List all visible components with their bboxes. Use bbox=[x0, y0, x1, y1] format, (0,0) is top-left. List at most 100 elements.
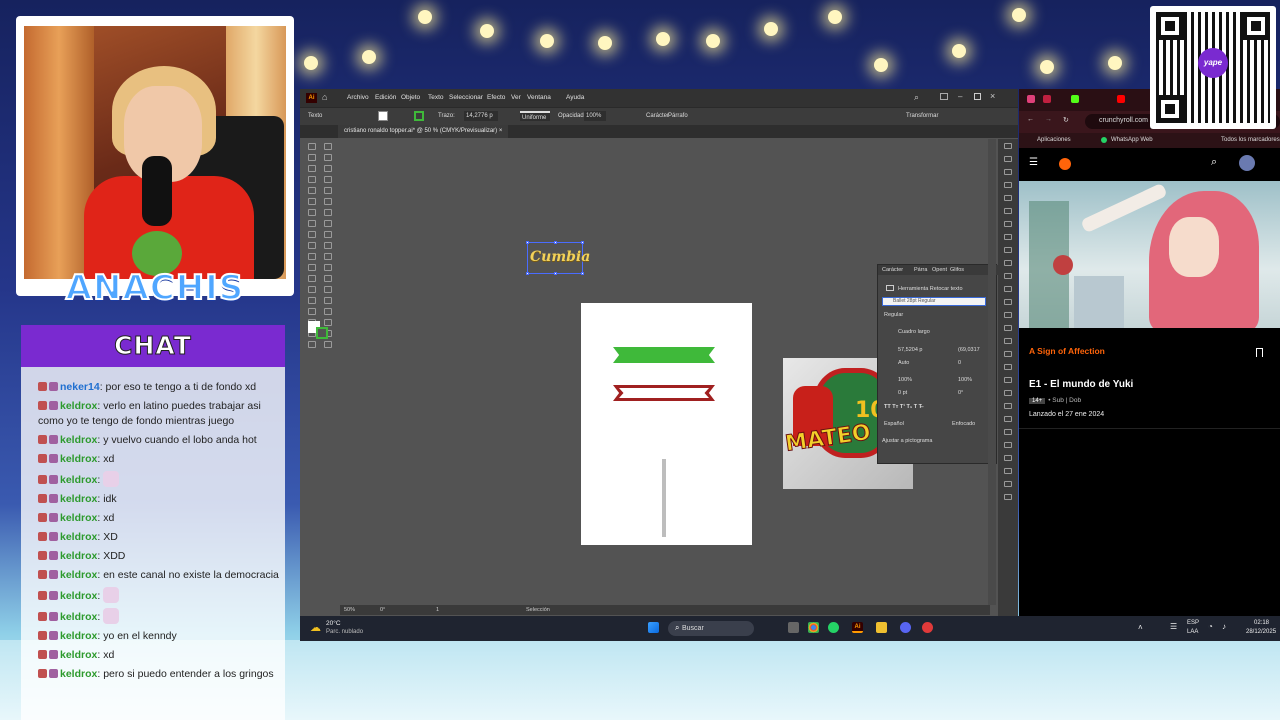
tool-icon[interactable] bbox=[324, 187, 332, 194]
tab-glifos[interactable]: Glifos bbox=[950, 267, 964, 273]
search-icon[interactable]: ⌕ bbox=[1211, 156, 1217, 169]
font-style[interactable]: Regular bbox=[884, 312, 903, 318]
chat-username[interactable]: keldrox bbox=[60, 590, 97, 602]
panel-icon[interactable] bbox=[1004, 442, 1012, 448]
language[interactable]: Español bbox=[884, 421, 904, 427]
tool-icon[interactable] bbox=[308, 231, 316, 238]
file-explorer-icon[interactable] bbox=[876, 622, 887, 633]
tool-icon[interactable] bbox=[308, 275, 316, 282]
tool-icon[interactable] bbox=[308, 308, 316, 315]
antialiasing[interactable]: Enfocado bbox=[952, 421, 975, 427]
panel-icon[interactable] bbox=[1004, 286, 1012, 292]
home-icon[interactable]: ⌂ bbox=[322, 92, 327, 102]
lang-code[interactable]: ESP bbox=[1187, 620, 1199, 626]
stroke-style[interactable]: Uniforme bbox=[520, 111, 550, 121]
retouch-label[interactable]: Herramienta Retocar texto bbox=[898, 286, 963, 292]
panel-icon[interactable] bbox=[1004, 234, 1012, 240]
tool-icon[interactable] bbox=[308, 253, 316, 260]
network-icon[interactable]: ☰ bbox=[1170, 622, 1177, 631]
chat-username[interactable]: keldrox bbox=[60, 453, 97, 465]
font-search-field[interactable]: Ballet 28pt Regular bbox=[882, 297, 986, 306]
tab-parrafo[interactable]: Párra bbox=[914, 267, 927, 273]
tracking[interactable]: 0 bbox=[958, 360, 961, 366]
panel-icon[interactable] bbox=[1004, 377, 1012, 383]
arrange-icon[interactable] bbox=[940, 93, 948, 100]
zoom-level[interactable]: 50% bbox=[344, 607, 355, 613]
document-tab[interactable]: cristiano ronaldo topper.ai* @ 50 % (CMY… bbox=[338, 125, 509, 138]
tool-icon[interactable] bbox=[308, 220, 316, 227]
tool-icon[interactable] bbox=[308, 209, 316, 216]
panel-icon[interactable] bbox=[1004, 143, 1012, 149]
panel-icon[interactable] bbox=[1004, 468, 1012, 474]
paragraph-link[interactable]: Párrafo bbox=[668, 113, 688, 119]
panel-icon[interactable] bbox=[1004, 429, 1012, 435]
wifi-icon[interactable]: ◔ bbox=[1208, 622, 1213, 631]
vertical-scale[interactable]: 100% bbox=[898, 377, 912, 383]
leading[interactable]: (69,0317 bbox=[958, 347, 980, 353]
stroke-color-swatch[interactable] bbox=[316, 327, 328, 339]
panel-icon[interactable] bbox=[1004, 247, 1012, 253]
clock-time[interactable]: 02:18 bbox=[1254, 620, 1269, 626]
tool-icon[interactable] bbox=[324, 264, 332, 271]
minimize-icon[interactable]: – bbox=[958, 92, 962, 101]
panel-icon[interactable] bbox=[1004, 481, 1012, 487]
chat-username[interactable]: keldrox bbox=[60, 400, 97, 412]
menu-efecto[interactable]: Efecto bbox=[487, 94, 505, 101]
green-banner[interactable] bbox=[613, 347, 715, 363]
tool-icon[interactable] bbox=[308, 154, 316, 161]
tool-icon[interactable] bbox=[308, 176, 316, 183]
tool-icon[interactable] bbox=[308, 242, 316, 249]
menu-icon[interactable]: ☰ bbox=[1029, 157, 1038, 168]
chat-username[interactable]: keldrox bbox=[60, 649, 97, 661]
chat-username[interactable]: keldrox bbox=[60, 474, 97, 486]
panel-icon[interactable] bbox=[1004, 299, 1012, 305]
panel-icon[interactable] bbox=[1004, 208, 1012, 214]
panel-icon[interactable] bbox=[1004, 273, 1012, 279]
chat-username[interactable]: keldrox bbox=[60, 493, 97, 505]
menu-ventana[interactable]: Ventana bbox=[527, 94, 551, 101]
touch-type-icon[interactable] bbox=[886, 285, 894, 291]
rotation-level[interactable]: 0° bbox=[380, 607, 385, 613]
search-icon[interactable]: ⌕ bbox=[914, 92, 919, 103]
menu-edición[interactable]: Edición bbox=[375, 94, 396, 101]
panel-icon[interactable] bbox=[1004, 455, 1012, 461]
panel-icon[interactable] bbox=[1004, 195, 1012, 201]
tab-caracter[interactable]: Carácter bbox=[882, 267, 903, 273]
tab-icon[interactable] bbox=[1027, 95, 1035, 103]
panel-icon[interactable] bbox=[1004, 325, 1012, 331]
avatar[interactable] bbox=[1239, 155, 1255, 171]
opacity-value[interactable]: 100% bbox=[584, 111, 606, 121]
panel-icon[interactable] bbox=[1004, 182, 1012, 188]
taskbar-search[interactable]: Buscar bbox=[668, 621, 754, 636]
tool-icon[interactable] bbox=[324, 242, 332, 249]
tool-icon[interactable] bbox=[324, 220, 332, 227]
tool-icon[interactable] bbox=[324, 209, 332, 216]
vertical-scrollbar[interactable] bbox=[988, 139, 996, 605]
panel-icon[interactable] bbox=[1004, 494, 1012, 500]
tool-icon[interactable] bbox=[324, 198, 332, 205]
panel-icon[interactable] bbox=[1004, 169, 1012, 175]
discord-icon[interactable] bbox=[900, 622, 911, 633]
menu-texto[interactable]: Texto bbox=[428, 94, 444, 101]
text-case-buttons[interactable]: TT Tт T¹ T₁ T T̶ bbox=[884, 404, 922, 410]
font-size[interactable]: 57,5204 p bbox=[898, 347, 922, 353]
tool-icon[interactable] bbox=[308, 286, 316, 293]
tool-icon[interactable] bbox=[324, 253, 332, 260]
chat-username[interactable]: keldrox bbox=[60, 550, 97, 562]
volume-icon[interactable]: ♪ bbox=[1222, 622, 1226, 631]
chat-username[interactable]: keldrox bbox=[60, 611, 97, 623]
panel-icon[interactable] bbox=[1004, 338, 1012, 344]
selected-text-object[interactable]: Cumbia bbox=[526, 241, 590, 275]
tool-icon[interactable] bbox=[324, 286, 332, 293]
chat-username[interactable]: keldrox bbox=[60, 668, 97, 680]
bookmark-whatsapp[interactable]: WhatsApp Web bbox=[1111, 137, 1153, 143]
tab-icon[interactable] bbox=[1071, 95, 1079, 103]
tool-icon[interactable] bbox=[324, 165, 332, 172]
tool-icon[interactable] bbox=[324, 308, 332, 315]
menu-seleccionar[interactable]: Seleccionar bbox=[449, 94, 483, 101]
panel-icon[interactable] bbox=[1004, 403, 1012, 409]
panel-icon[interactable] bbox=[1004, 351, 1012, 357]
tool-icon[interactable] bbox=[324, 231, 332, 238]
whatsapp-icon[interactable] bbox=[828, 622, 839, 633]
chat-username[interactable]: neker14 bbox=[60, 381, 100, 393]
